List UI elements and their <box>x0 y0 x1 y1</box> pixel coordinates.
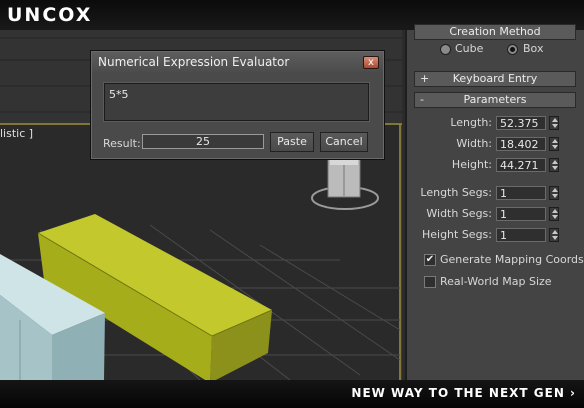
width-field[interactable]: 18.402 <box>496 137 546 151</box>
creation-method-title: Creation Method <box>449 25 541 38</box>
radio-cube-label[interactable]: Cube <box>455 42 483 55</box>
real-world-map-checkbox[interactable] <box>424 276 436 288</box>
paste-button[interactable]: Paste <box>270 132 314 152</box>
creation-method-header[interactable]: Creation Method <box>414 24 576 40</box>
height-field[interactable]: 44.271 <box>496 158 546 172</box>
radio-box-icon[interactable] <box>507 44 518 55</box>
parameters-title: Parameters <box>463 93 527 106</box>
dialog-title-bar[interactable]: Numerical Expression Evaluator x <box>92 52 383 72</box>
radio-box-label[interactable]: Box <box>523 42 543 55</box>
width-segs-label: Width Segs: <box>426 207 492 220</box>
length-segs-field[interactable]: 1 <box>496 186 546 200</box>
tagline: NEW WAY TO THE NEXT GEN › <box>351 386 576 400</box>
real-world-map-label[interactable]: Real-World Map Size <box>440 275 552 288</box>
bottom-bar: NEW WAY TO THE NEXT GEN › <box>0 380 584 408</box>
keyboard-entry-header[interactable]: + Keyboard Entry <box>414 71 576 87</box>
height-label: Height: <box>451 158 492 171</box>
height-spinner-icon[interactable] <box>549 158 559 172</box>
uncox-logo: UNCOX <box>7 4 93 26</box>
dialog-title: Numerical Expression Evaluator <box>98 55 290 69</box>
length-label: Length: <box>450 116 492 129</box>
length-spinner-icon[interactable] <box>549 116 559 130</box>
expression-input[interactable]: 5*5 <box>104 83 369 121</box>
height-segs-spinner-icon[interactable] <box>549 228 559 242</box>
command-panel: Creation Method Cube Box + Keyboard Entr… <box>405 24 584 380</box>
width-segs-field[interactable]: 1 <box>496 207 546 221</box>
height-segs-label: Height Segs: <box>421 228 492 241</box>
width-spinner-icon[interactable] <box>549 137 559 151</box>
expression-evaluator-dialog: Numerical Expression Evaluator x 5*5 Res… <box>90 50 385 160</box>
length-segs-spinner-icon[interactable] <box>549 186 559 200</box>
rollout-expand-icon: + <box>420 72 430 85</box>
result-label: Result: <box>103 137 141 150</box>
generate-mapping-checkbox[interactable]: ✔ <box>424 254 436 266</box>
close-icon[interactable]: x <box>363 56 379 69</box>
length-segs-label: Length Segs: <box>420 186 492 199</box>
length-field[interactable]: 52.375 <box>496 116 546 130</box>
width-segs-spinner-icon[interactable] <box>549 207 559 221</box>
radio-cube-icon[interactable] <box>440 44 451 55</box>
width-label: Width: <box>456 137 492 150</box>
parameters-header[interactable]: - Parameters <box>414 92 576 108</box>
height-segs-field[interactable]: 1 <box>496 228 546 242</box>
rollout-collapse-icon: - <box>420 93 424 106</box>
viewport-label[interactable]: listic ] <box>0 127 33 140</box>
keyboard-entry-title: Keyboard Entry <box>452 72 538 85</box>
cancel-button[interactable]: Cancel <box>320 132 368 152</box>
generate-mapping-label[interactable]: Generate Mapping Coords. <box>440 253 584 266</box>
result-field: 25 <box>142 134 264 149</box>
